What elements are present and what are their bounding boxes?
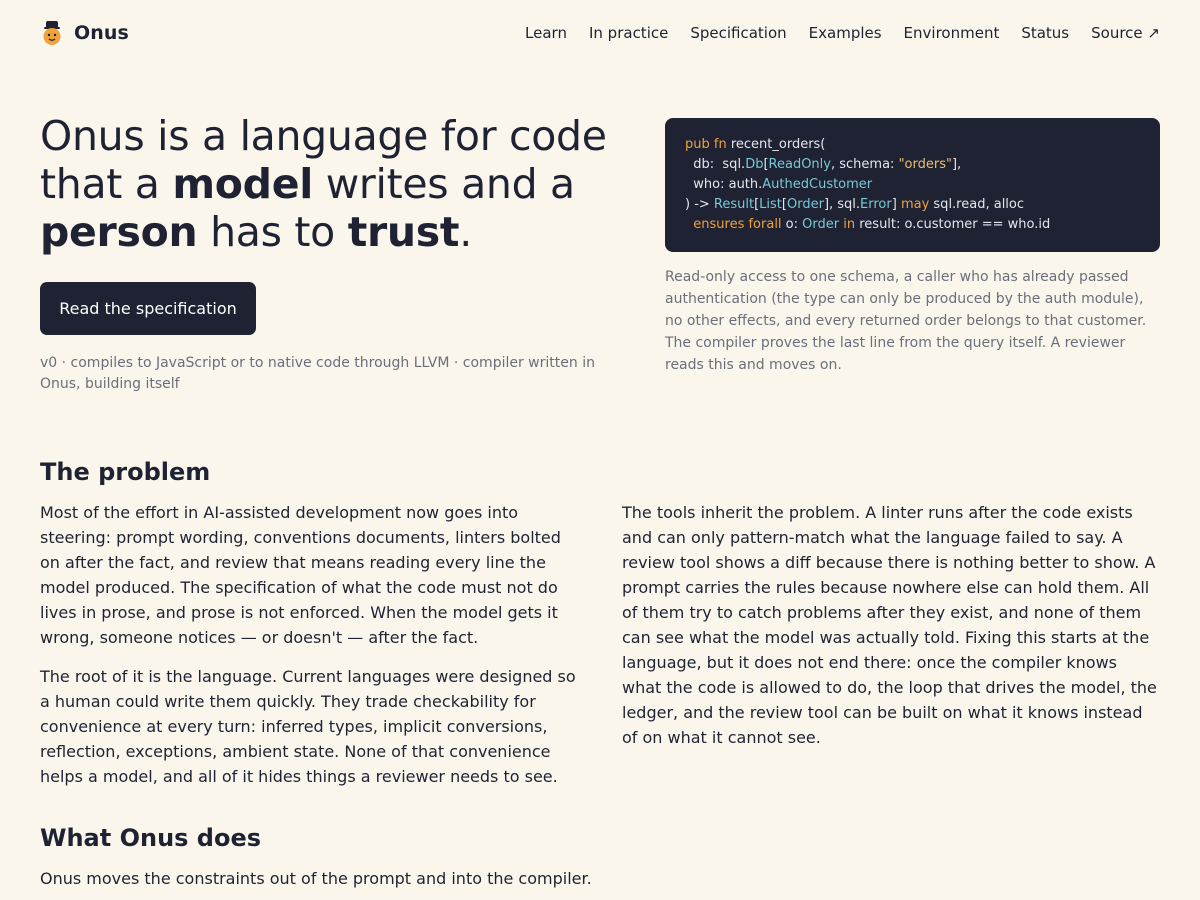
problem-column-left: Most of the effort in AI-assisted develo…	[40, 500, 580, 789]
headline-text: .	[459, 208, 472, 256]
code-token: "orders"	[898, 157, 952, 172]
code-line: pub fn recent_orders(	[685, 135, 1140, 155]
nav-environment[interactable]: Environment	[904, 24, 1000, 42]
code-token: Order	[802, 217, 840, 232]
brand-name: Onus	[74, 22, 129, 44]
headline-emphasis-person: person	[40, 208, 198, 256]
what-onus-does-section: What Onus does Onus moves the constraint…	[40, 824, 1160, 891]
code-token: ],	[951, 157, 962, 172]
nav-status[interactable]: Status	[1021, 24, 1069, 42]
code-token: Db	[745, 157, 764, 172]
code-token: result: o.customer == who.id	[855, 217, 1051, 232]
top-navigation: Onus Learn In practice Specification Exa…	[0, 0, 1200, 66]
code-token: may	[900, 197, 930, 212]
nav-source[interactable]: Source ↗	[1091, 24, 1160, 42]
problem-paragraph: The root of it is the language. Current …	[40, 667, 576, 786]
code-token: AuthedCustomer	[762, 177, 873, 192]
code-line: who: auth.AuthedCustomer	[685, 175, 1140, 195]
headline-text: writes and a	[312, 160, 575, 208]
nav-in-practice[interactable]: In practice	[589, 24, 668, 42]
code-line: db: sql.Db[ReadOnly, schema: "orders"],	[685, 155, 1140, 175]
hero-section: Onus is a language for code that a model…	[40, 112, 1160, 412]
code-token: Error	[860, 197, 892, 212]
hero-example: pub fn recent_orders( db: sql.Db[ReadOnl…	[665, 118, 1160, 376]
code-token: in	[843, 217, 856, 232]
nav-learn[interactable]: Learn	[525, 24, 567, 42]
nav-specification[interactable]: Specification	[690, 24, 786, 42]
code-token: ReadOnly	[768, 157, 831, 172]
code-caption: Read-only access to one schema, a caller…	[665, 269, 1147, 373]
code-line: ) -> Result[List[Order], sql.Error] may …	[685, 195, 1140, 215]
code-token: ensures forall	[693, 217, 782, 232]
hero-headline: Onus is a language for code that a model…	[40, 112, 610, 256]
what-onus-does-lead: Onus moves the constraints out of the pr…	[40, 869, 592, 888]
problem-paragraph: The tools inherit the problem. A linter …	[622, 503, 1157, 747]
what-onus-does-heading: What Onus does	[40, 824, 262, 852]
headline-emphasis-model: model	[172, 160, 313, 208]
main-nav: Learn In practice Specification Examples…	[525, 24, 1160, 42]
code-token: recent_orders(	[726, 137, 826, 152]
code-line: ensures forall o: Order in result: o.cus…	[685, 215, 1140, 235]
code-token: ]	[891, 197, 901, 212]
code-token: ], sql.	[823, 197, 861, 212]
code-token: List	[759, 197, 782, 212]
code-token: ) ->	[685, 197, 714, 212]
code-token: who: auth.	[685, 177, 763, 192]
problem-columns: Most of the effort in AI-assisted develo…	[40, 500, 1160, 800]
problem-heading: The problem	[40, 458, 211, 486]
code-token: , schema:	[830, 157, 899, 172]
problem-section: The problem Most of the effort in AI-ass…	[40, 458, 1160, 800]
code-token: pub fn	[685, 137, 727, 152]
headline-emphasis-trust: trust	[347, 208, 460, 256]
headline-text: has to	[197, 208, 348, 256]
brand-home-link[interactable]: Onus	[40, 20, 129, 46]
code-token: sql.read, alloc	[929, 197, 1025, 212]
read-specification-button[interactable]: Read the specification	[40, 282, 256, 335]
code-token: db: sql.	[685, 157, 746, 172]
problem-column-right: The tools inherit the problem. A linter …	[622, 500, 1160, 750]
code-sample: pub fn recent_orders( db: sql.Db[ReadOnl…	[665, 118, 1160, 252]
onus-mascot-icon	[43, 21, 61, 45]
code-token: Order	[786, 197, 824, 212]
hero-intro: Onus is a language for code that a model…	[40, 112, 610, 395]
nav-examples[interactable]: Examples	[809, 24, 882, 42]
problem-paragraph: Most of the effort in AI-assisted develo…	[40, 503, 561, 647]
code-token: o:	[781, 217, 803, 232]
release-meta: v0 · compiles to JavaScript or to native…	[40, 355, 595, 392]
code-token: Result	[713, 197, 755, 212]
